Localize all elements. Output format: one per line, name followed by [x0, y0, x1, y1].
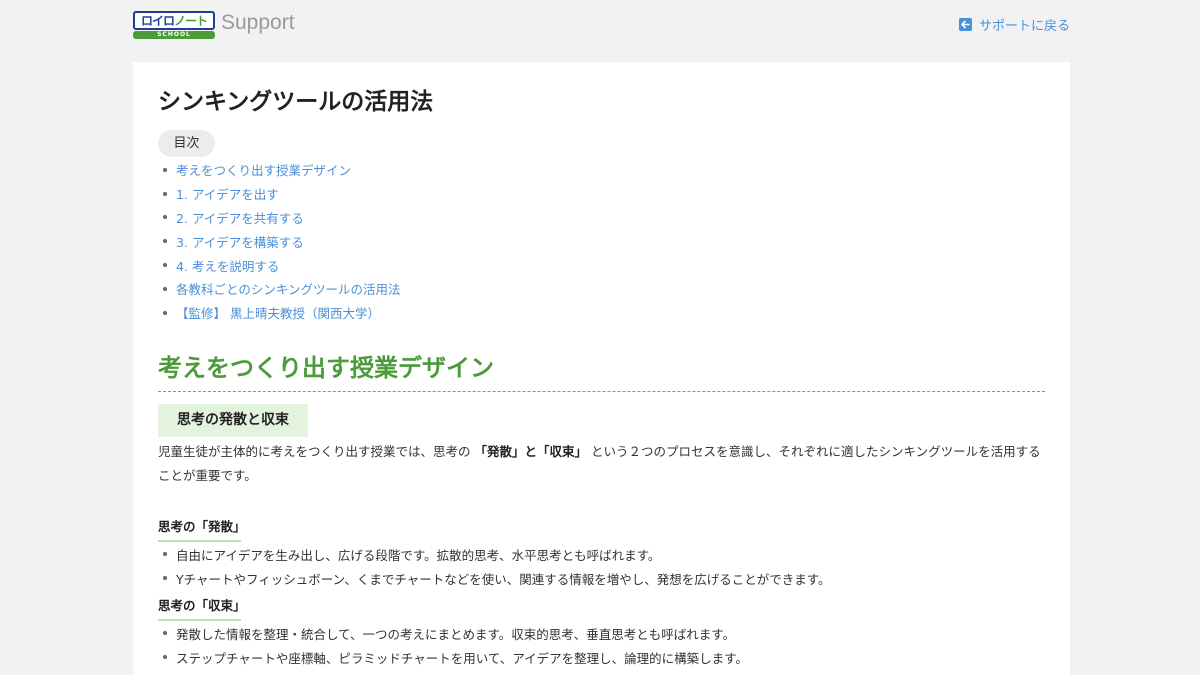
loilo-logo[interactable]: ロイロ ノート SCHOOL	[133, 11, 215, 39]
toc-item: 考えをつくり出す授業デザイン	[163, 158, 401, 182]
subsection-title: 思考の発散と収束	[158, 404, 308, 437]
bullet-icon	[163, 631, 167, 635]
intro-paragraph: 児童生徒が主体的に考えをつくり出す授業では、思考の 「発散」と「収束」 という２…	[158, 440, 1048, 488]
list-item: 自由にアイデアを生み出し、広げる段階です。拡散的思考、水平思考とも呼ばれます。	[163, 542, 831, 566]
list-item-text: 発散した情報を整理・統合して、一つの考えにまとめます。収束的思考、垂直思考とも呼…	[176, 626, 736, 642]
toc-link-subjects[interactable]: 各教科ごとのシンキングツールの活用法	[176, 279, 401, 298]
toc-link-explain[interactable]: 4. 考えを説明する	[176, 256, 279, 275]
toc-item: 【監修】 黒上晴夫教授（関西大学）	[163, 301, 401, 325]
list-item: ステップチャートや座標軸、ピラミッドチャートを用いて、アイデアを整理し、論理的に…	[163, 645, 748, 669]
toc-link-share[interactable]: 2. アイデアを共有する	[176, 208, 304, 227]
toc-item: 3. アイデアを構築する	[163, 229, 401, 253]
bullet-icon	[163, 310, 167, 315]
list-item: 発散した情報を整理・統合して、一つの考えにまとめます。収束的思考、垂直思考とも呼…	[163, 621, 748, 645]
toc-item: 1. アイデアを出す	[163, 182, 401, 206]
toc-link-design[interactable]: 考えをつくり出す授業デザイン	[176, 160, 351, 179]
arrow-left-icon	[958, 18, 972, 31]
brand-support: Support	[221, 11, 295, 34]
toc-link-supervisor[interactable]: 【監修】 黒上晴夫教授（関西大学）	[176, 303, 380, 322]
page-title: シンキングツールの活用法	[158, 89, 434, 115]
list-item-text: ステップチャートや座標軸、ピラミッドチャートを用いて、アイデアを整理し、論理的に…	[176, 650, 748, 666]
bullet-icon	[163, 191, 167, 196]
para-emphasis: 「発散」と「収束」	[474, 444, 588, 459]
bullet-icon	[163, 655, 167, 659]
para-text-pre: 児童生徒が主体的に考えをつくり出す授業では、思考の	[158, 444, 471, 459]
logo-text-b: ノート	[174, 14, 208, 28]
toc-item: 各教科ごとのシンキングツールの活用法	[163, 277, 401, 301]
list-item-text: Yチャートやフィッシュボーン、くまでチャートなどを使い、関連する情報を増やし、発…	[176, 571, 831, 587]
logo-mark: ロイロ ノート	[133, 11, 215, 30]
logo-school: SCHOOL	[133, 31, 215, 39]
bullet-icon	[163, 167, 167, 172]
toc-link-build[interactable]: 3. アイデアを構築する	[176, 232, 304, 251]
toc-item: 2. アイデアを共有する	[163, 206, 401, 230]
bullet-icon	[163, 239, 167, 244]
back-to-support-link[interactable]: サポートに戻る	[958, 15, 1070, 34]
bullet-icon	[163, 552, 167, 556]
toc-label: 目次	[158, 130, 215, 157]
article-card: シンキングツールの活用法 目次 考えをつくり出す授業デザイン 1. アイデアを出…	[133, 62, 1070, 675]
table-of-contents: 考えをつくり出す授業デザイン 1. アイデアを出す 2. アイデアを共有する 3…	[163, 158, 401, 325]
bullet-icon	[163, 215, 167, 220]
list-item-text: 自由にアイデアを生み出し、広げる段階です。拡散的思考、水平思考とも呼ばれます。	[176, 547, 661, 563]
divergence-list: 自由にアイデアを生み出し、広げる段階です。拡散的思考、水平思考とも呼ばれます。 …	[163, 542, 831, 590]
bullet-icon	[163, 576, 167, 580]
site-header: ロイロ ノート SCHOOL Support サポートに戻る	[0, 0, 1200, 50]
convergence-heading: 思考の「収束」	[158, 595, 246, 621]
section-title: 考えをつくり出す授業デザイン	[158, 348, 1045, 392]
list-item: Yチャートやフィッシュボーン、くまでチャートなどを使い、関連する情報を増やし、発…	[163, 566, 831, 590]
logo-text-a: ロイロ	[140, 14, 175, 28]
back-link-label: サポートに戻る	[978, 19, 1070, 34]
toc-link-ideas[interactable]: 1. アイデアを出す	[176, 184, 279, 203]
toc-item: 4. 考えを説明する	[163, 253, 401, 277]
bullet-icon	[163, 286, 167, 291]
bullet-icon	[163, 263, 167, 268]
convergence-list: 発散した情報を整理・統合して、一つの考えにまとめます。収束的思考、垂直思考とも呼…	[163, 621, 748, 669]
divergence-heading: 思考の「発散」	[158, 516, 246, 542]
